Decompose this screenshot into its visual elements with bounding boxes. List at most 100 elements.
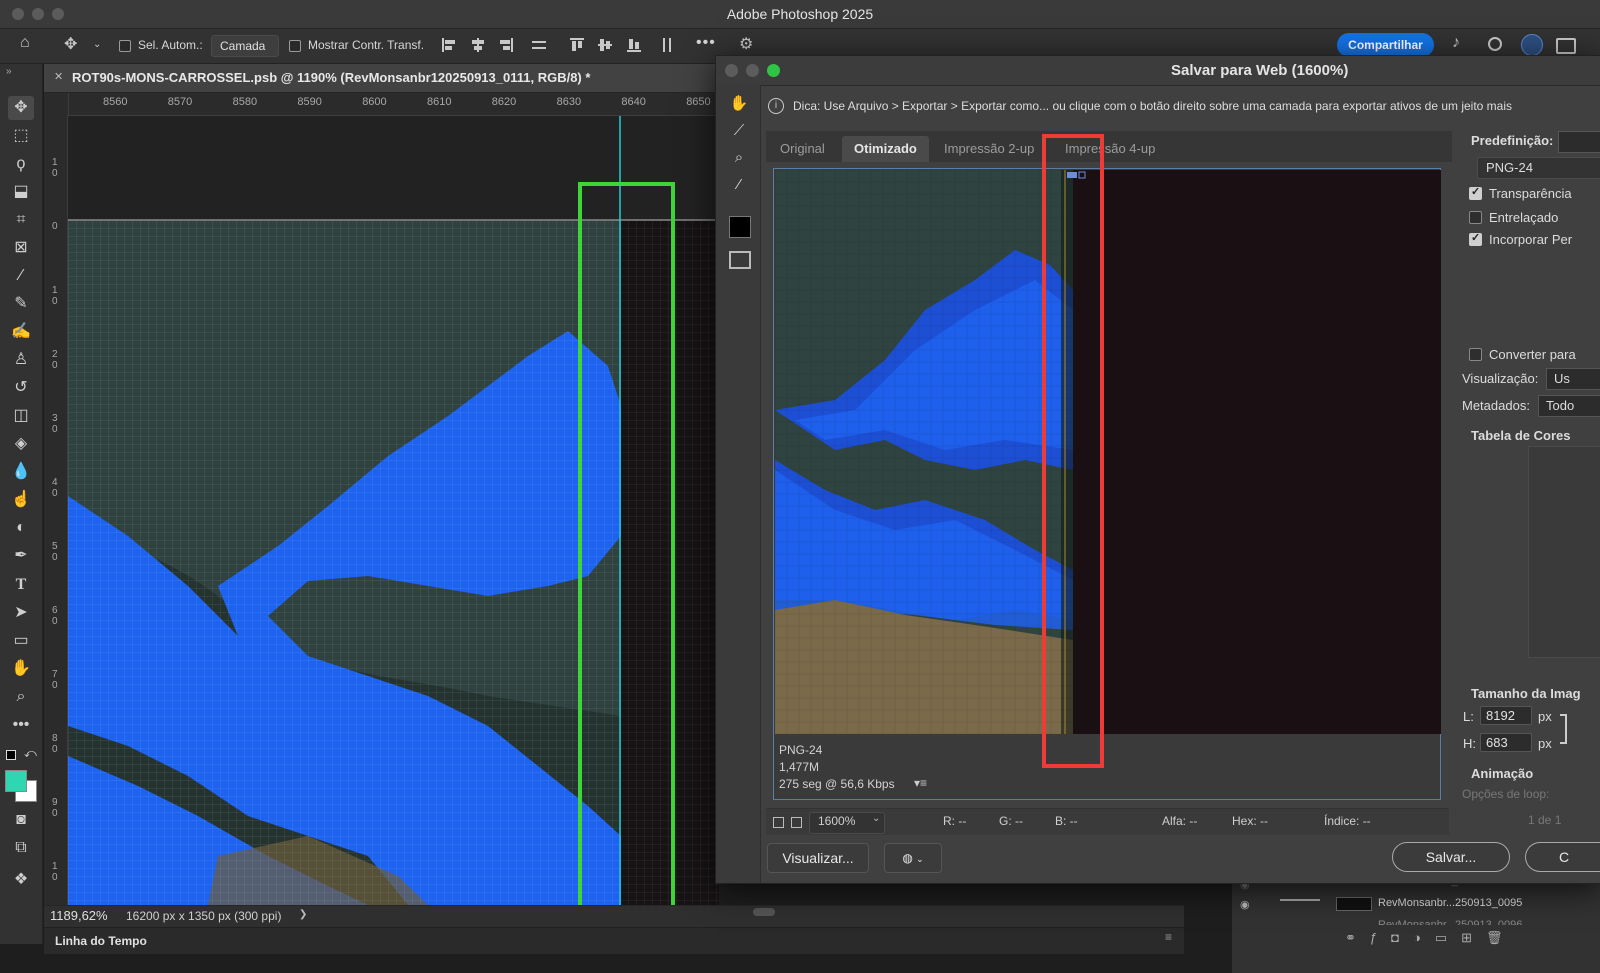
brush-tool-icon[interactable]: ✍ xyxy=(8,320,34,344)
more-tools-icon[interactable]: ••• xyxy=(8,713,34,737)
status-menu-arrow-icon[interactable]: ❯ xyxy=(299,909,307,920)
blur-tool-icon[interactable]: 💧 xyxy=(8,460,34,484)
collapse-panel-icon[interactable]: » xyxy=(6,66,12,77)
eyedropper-color-swatch[interactable] xyxy=(729,216,751,238)
width-unit: px xyxy=(1538,709,1552,724)
quick-mask-icon[interactable]: ◙ xyxy=(8,808,34,832)
layer-select-dropdown[interactable]: Camada ⌄ xyxy=(211,35,279,72)
dialog-close-button[interactable] xyxy=(725,64,738,77)
align-top-icon[interactable] xyxy=(570,38,584,52)
save-button[interactable]: Salvar... xyxy=(1392,842,1510,872)
ruler-tick-label: 10 xyxy=(52,861,58,883)
red-highlight-box xyxy=(1042,134,1104,768)
ruler-tick-label: 0 xyxy=(52,221,58,232)
height-field[interactable]: 683 xyxy=(1480,733,1532,752)
align-left-icon[interactable] xyxy=(442,38,456,52)
distribute-v-icon[interactable] xyxy=(660,38,674,52)
browser-preview-button[interactable]: ◍ ⌄ xyxy=(884,843,942,873)
eye-icon[interactable]: ◉ xyxy=(1240,898,1250,911)
type-tool-icon[interactable]: T xyxy=(8,573,34,597)
slice-select-tool-icon[interactable]: ⟋ xyxy=(728,122,750,144)
history-brush-tool-icon[interactable]: ↺ xyxy=(8,376,34,400)
width-field[interactable]: 8192 xyxy=(1480,706,1532,725)
close-tab-icon[interactable]: ✕ xyxy=(54,70,63,83)
interlaced-checkbox[interactable] xyxy=(1469,211,1482,224)
smudge-tool-icon[interactable]: ☝ xyxy=(8,488,34,512)
zoom-out-icon[interactable] xyxy=(773,817,784,828)
healing-brush-tool-icon[interactable]: ✎ xyxy=(8,292,34,316)
ruler-tick-label: 10 xyxy=(52,285,58,307)
preview-button[interactable]: Visualizar... xyxy=(767,843,869,873)
speed-menu-icon[interactable]: ▾≡ xyxy=(914,776,927,790)
share-button[interactable]: Compartilhar xyxy=(1337,33,1434,57)
tab-original[interactable]: Original xyxy=(768,136,837,162)
tab-optimized[interactable]: Otimizado xyxy=(842,136,929,162)
tab-2up[interactable]: Impressão 2-up xyxy=(932,136,1046,162)
move-tool-icon[interactable]: ✥ xyxy=(64,34,77,54)
optimized-preview[interactable] xyxy=(775,170,1441,734)
stamp-tool-icon[interactable]: ♙ xyxy=(8,348,34,372)
cancel-button[interactable]: C xyxy=(1525,842,1600,872)
dodge-tool-icon[interactable]: ◐ xyxy=(8,516,34,540)
auto-select-checkbox[interactable] xyxy=(119,40,131,52)
pen-tool-icon[interactable]: ✒ xyxy=(8,544,34,568)
zoom-level[interactable]: 1189,62% xyxy=(50,908,108,923)
layer-row[interactable]: RevMonsanbr...250913_0096 xyxy=(1378,919,1522,925)
zoom-tool-icon[interactable]: ⌕ xyxy=(8,685,34,709)
home-icon[interactable]: ⌂ xyxy=(20,34,30,52)
chevron-down-icon[interactable]: ⌄ xyxy=(93,39,101,50)
lightbulb-icon[interactable] xyxy=(1521,34,1543,56)
workspace-icon[interactable] xyxy=(1556,38,1576,54)
distribute-icon[interactable] xyxy=(532,38,546,52)
layer-row[interactable]: RevMonsanbr...250913_0095 xyxy=(1378,897,1522,909)
path-select-tool-icon[interactable]: ➤ xyxy=(8,601,34,625)
default-colors-icon[interactable] xyxy=(6,750,16,760)
constrain-proportions-icon[interactable] xyxy=(1560,714,1567,744)
chevron-down-icon: ⌄ xyxy=(872,813,881,824)
readout-alpha: Alfa: -- xyxy=(1162,814,1198,828)
marquee-tool-icon[interactable]: ⬚ xyxy=(8,124,34,148)
hand-tool-icon[interactable]: ✋ xyxy=(8,657,34,681)
toggle-slices-icon[interactable] xyxy=(729,251,751,269)
more-options-button[interactable]: ••• xyxy=(696,34,716,52)
swap-colors-icon[interactable]: ⤺ xyxy=(24,746,37,761)
frame-tool-icon[interactable]: ⊠ xyxy=(8,236,34,260)
paint-bucket-tool-icon[interactable]: ◈ xyxy=(8,432,34,456)
foreground-color-swatch[interactable] xyxy=(5,770,27,792)
eyedropper-tool-icon[interactable]: ⁄ xyxy=(8,264,34,288)
eyedropper-tool-icon[interactable]: ⁄ xyxy=(728,176,750,198)
eraser-tool-icon[interactable]: ◫ xyxy=(8,404,34,428)
info-icon: i xyxy=(768,98,784,114)
dialog-zoom-button[interactable] xyxy=(767,64,780,77)
align-center-h-icon[interactable] xyxy=(471,38,485,52)
move-tool-icon[interactable]: ✥ xyxy=(8,96,34,120)
lasso-tool-icon[interactable]: ϙ xyxy=(8,152,34,176)
rectangle-tool-icon[interactable]: ▭ xyxy=(8,629,34,653)
align-middle-v-icon[interactable] xyxy=(598,38,612,52)
readout-b: B: -- xyxy=(1055,814,1078,828)
generative-icon[interactable]: ❖ xyxy=(8,868,34,892)
show-transform-checkbox[interactable] xyxy=(289,40,301,52)
embed-profile-checkbox[interactable] xyxy=(1469,231,1482,246)
crop-tool-icon[interactable]: ⌗ xyxy=(8,208,34,232)
search-icon[interactable] xyxy=(1488,37,1502,51)
layers-footer-icons[interactable]: ⚭ƒ◘◑▭⊞🗑 xyxy=(1345,930,1517,946)
gear-icon[interactable]: ⚙ xyxy=(739,34,753,54)
panel-menu-icon[interactable]: ≡ xyxy=(1165,930,1172,944)
bell-icon[interactable]: ♪ xyxy=(1452,34,1460,52)
horizontal-scrollbar[interactable] xyxy=(753,908,775,916)
object-select-tool-icon[interactable]: ⬓ xyxy=(8,180,34,204)
align-right-icon[interactable] xyxy=(499,38,513,52)
document-dimensions: 16200 px x 1350 px (300 ppi) xyxy=(126,909,282,923)
zoom-tool-icon[interactable]: ⌕ xyxy=(728,149,750,171)
dialog-minimize-button[interactable] xyxy=(746,64,759,77)
zoom-in-icon[interactable] xyxy=(791,817,802,828)
transparency-checkbox[interactable] xyxy=(1469,185,1482,200)
preset-select[interactable] xyxy=(1558,131,1600,153)
screen-mode-icon[interactable]: ⧉ xyxy=(8,836,34,860)
convert-srgb-checkbox[interactable] xyxy=(1469,348,1482,361)
align-bottom-icon[interactable] xyxy=(627,38,641,52)
timeline-tab[interactable]: Linha do Tempo xyxy=(55,934,147,948)
hand-tool-icon[interactable]: ✋ xyxy=(728,94,750,116)
layer-select-value: Camada xyxy=(220,39,266,53)
